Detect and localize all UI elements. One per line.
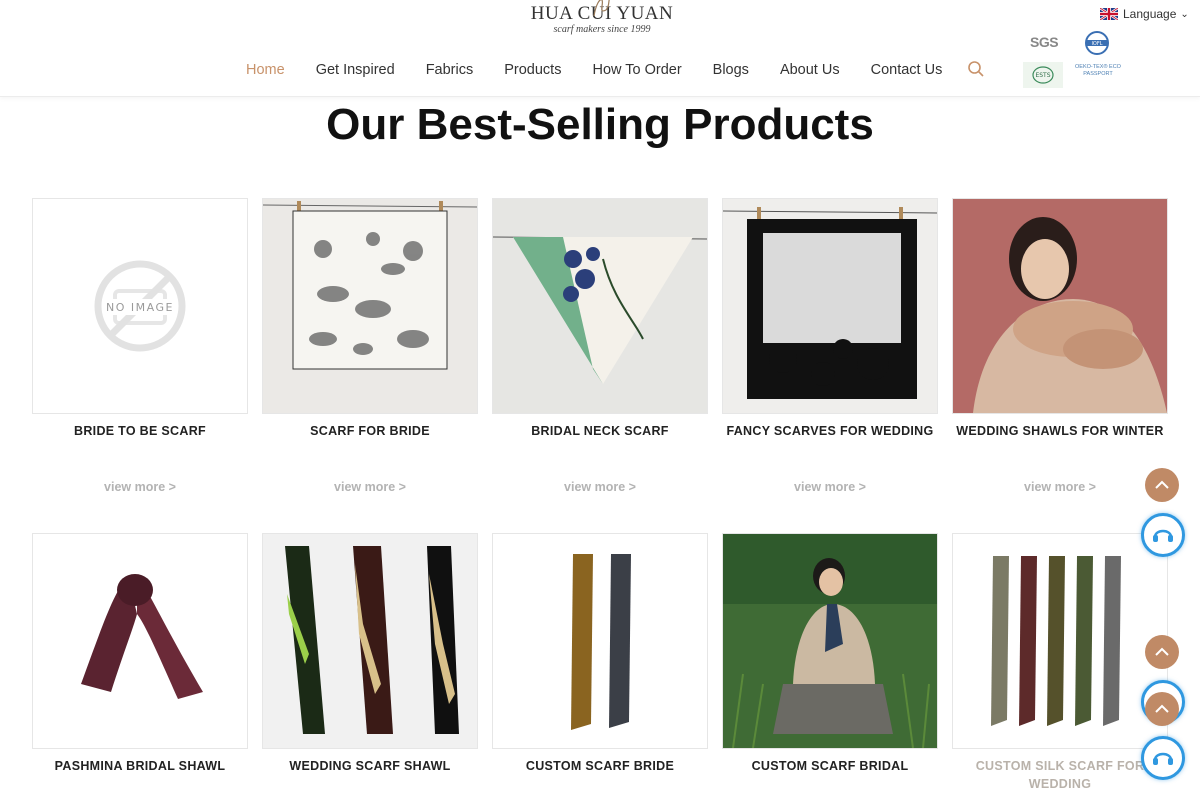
skinny-scarves-photo bbox=[493, 534, 707, 748]
view-more-link[interactable]: view more > bbox=[952, 480, 1168, 494]
view-more-link[interactable]: view more > bbox=[32, 480, 248, 494]
product-name[interactable]: BRIDE TO BE SCARF bbox=[24, 422, 256, 440]
chat-support-button[interactable] bbox=[1141, 736, 1185, 780]
view-more-link[interactable]: view more > bbox=[492, 480, 708, 494]
scroll-top-button[interactable] bbox=[1145, 635, 1179, 669]
svg-text:IOFL: IOFL bbox=[1091, 41, 1102, 47]
section-title: Our Best-Selling Products bbox=[326, 100, 874, 149]
product-name[interactable]: WEDDING SHAWLS FOR WINTER bbox=[944, 422, 1176, 440]
main-nav: Home Get Inspired Fabrics Products How T… bbox=[246, 58, 973, 84]
animal-print-scarf-photo bbox=[263, 199, 477, 413]
language-selector[interactable]: Language ⌄ bbox=[1100, 6, 1189, 22]
black-floral-scarf-photo bbox=[723, 199, 937, 413]
wedding-scarf-shawl-photo bbox=[263, 534, 477, 748]
search-icon[interactable] bbox=[967, 60, 985, 78]
woman-in-grass-photo bbox=[723, 534, 937, 748]
site-header: HUA CUI YUAN scarf makers since 1999 Hom… bbox=[0, 0, 1200, 97]
floral-neck-scarf-photo bbox=[493, 199, 707, 413]
product-image[interactable] bbox=[492, 198, 708, 414]
product-image[interactable] bbox=[722, 533, 938, 749]
product-name[interactable]: CUSTOM SCARF BRIDE bbox=[484, 757, 716, 775]
site-logo[interactable]: HUA CUI YUAN scarf makers since 1999 bbox=[528, 0, 676, 40]
product-name[interactable]: CUSTOM SCARF BRIDAL bbox=[714, 757, 946, 775]
headset-icon bbox=[1153, 752, 1173, 765]
silk-scarves-set-photo bbox=[953, 534, 1167, 748]
woman-winter-shawl-photo bbox=[953, 199, 1167, 413]
nav-about-us[interactable]: About Us bbox=[780, 58, 840, 84]
chevron-up-icon bbox=[1155, 647, 1169, 656]
scroll-top-button[interactable] bbox=[1145, 468, 1179, 502]
chevron-up-icon bbox=[1155, 480, 1169, 489]
nav-how-to-order[interactable]: How To Order bbox=[592, 58, 681, 84]
product-image[interactable] bbox=[952, 533, 1168, 749]
chevron-down-icon: ⌄ bbox=[1180, 8, 1189, 20]
product-image[interactable]: NO IMAGE bbox=[32, 198, 248, 414]
product-image[interactable] bbox=[492, 533, 708, 749]
product-image[interactable] bbox=[262, 533, 478, 749]
chevron-up-icon bbox=[1155, 704, 1169, 713]
iofl-cert-logo: IOFL bbox=[1085, 31, 1109, 55]
scroll-top-button[interactable] bbox=[1145, 692, 1179, 726]
headset-icon bbox=[1153, 529, 1173, 542]
product-image[interactable] bbox=[262, 198, 478, 414]
product-name[interactable]: SCARF FOR BRIDE bbox=[254, 422, 486, 440]
nav-fabrics[interactable]: Fabrics bbox=[426, 58, 474, 84]
no-image-icon: NO IMAGE bbox=[94, 260, 186, 352]
logo-subtitle: scarf makers since 1999 bbox=[553, 24, 651, 35]
sgs-cert-logo: SGS bbox=[1030, 34, 1059, 50]
pashmina-shawl-photo bbox=[33, 534, 247, 748]
product-image[interactable] bbox=[722, 198, 938, 414]
oeko-tex-cert-logo: OEKO-TEX® ECO PASSPORT bbox=[1075, 64, 1121, 77]
product-name[interactable]: BRIDAL NECK SCARF bbox=[484, 422, 716, 440]
svg-text:ESTS: ESTS bbox=[1035, 72, 1050, 79]
nav-products[interactable]: Products bbox=[504, 58, 561, 84]
product-name[interactable]: PASHMINA BRIDAL SHAWL bbox=[24, 757, 256, 775]
ests-cert-logo: ESTS bbox=[1023, 62, 1063, 88]
language-label: Language bbox=[1123, 7, 1177, 21]
nav-contact-us[interactable]: Contact Us bbox=[871, 58, 943, 84]
logo-brush-icon bbox=[593, 0, 610, 17]
view-more-link[interactable]: view more > bbox=[722, 480, 938, 494]
product-name[interactable]: FANCY SCARVES FOR WEDDING bbox=[714, 422, 946, 440]
product-name[interactable]: WEDDING SCARF SHAWL bbox=[254, 757, 486, 775]
nav-blogs[interactable]: Blogs bbox=[713, 58, 749, 84]
product-image[interactable] bbox=[32, 533, 248, 749]
uk-flag-icon bbox=[1100, 8, 1118, 20]
chat-support-button[interactable] bbox=[1141, 513, 1185, 557]
no-image-text: NO IMAGE bbox=[106, 301, 174, 314]
nav-get-inspired[interactable]: Get Inspired bbox=[316, 58, 395, 84]
view-more-link[interactable]: view more > bbox=[262, 480, 478, 494]
product-image[interactable] bbox=[952, 198, 1168, 414]
nav-home[interactable]: Home bbox=[246, 58, 285, 84]
